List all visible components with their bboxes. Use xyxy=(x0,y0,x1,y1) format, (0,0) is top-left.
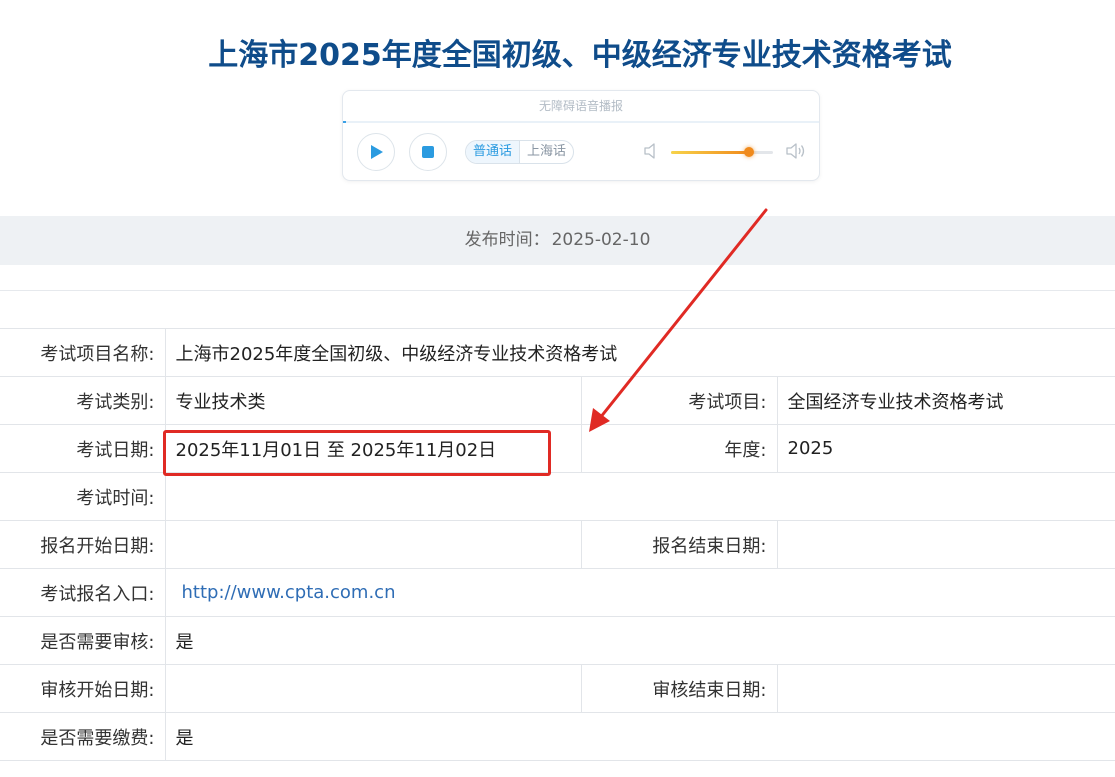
year-value: 2025 xyxy=(776,424,1115,473)
project-name-value: 上海市2025年度全国初级、中级经济专业技术资格考试 xyxy=(164,328,1115,377)
page-title: 上海市2025年度全国初级、中级经济专业技术资格考试 xyxy=(208,38,952,73)
project-name-label: 考试项目名称: xyxy=(0,328,166,377)
stop-button[interactable] xyxy=(409,133,447,171)
publish-date-value: 2025-02-10 xyxy=(551,230,651,250)
exam-date-label: 考试日期: xyxy=(0,424,166,473)
table-row: 审核开始日期: 审核结束日期: xyxy=(0,664,1115,713)
lang-option-shanghainese[interactable]: 上海话 xyxy=(520,141,573,163)
project-label: 考试项目: xyxy=(580,376,778,425)
volume-low-icon xyxy=(644,143,655,159)
review-start-value xyxy=(164,664,582,713)
table-row: 是否需要缴费: 是 xyxy=(0,712,1115,761)
reg-start-value xyxy=(164,520,582,569)
publish-date-bar: 发布时间： 2025-02-10 xyxy=(0,216,1115,265)
reg-end-value xyxy=(776,520,1115,569)
exam-date-value: 2025年11月01日 至 2025年11月02日 xyxy=(164,424,582,473)
language-switch: 普通话 上海话 xyxy=(465,140,575,164)
reg-end-label: 报名结束日期: xyxy=(580,520,778,569)
table-row: 考试日期: 2025年11月01日 至 2025年11月02日 年度: 2025 xyxy=(0,424,1115,473)
table-row: 考试项目名称: 上海市2025年度全国初级、中级经济专业技术资格考试 xyxy=(0,328,1115,377)
reg-start-label: 报名开始日期: xyxy=(0,520,166,569)
category-label: 考试类别: xyxy=(0,376,166,425)
stop-icon xyxy=(422,146,434,158)
table-row: 考试报名入口: http://www.cpta.com.cn xyxy=(0,568,1115,617)
player-caption: 无障碍语音播报 xyxy=(343,91,819,123)
voice-broadcast-player: 无障碍语音播报 普通话 上海话 xyxy=(342,90,820,181)
review-start-label: 审核开始日期: xyxy=(0,664,166,713)
exam-time-label: 考试时间: xyxy=(0,472,166,521)
volume-slider-fill xyxy=(671,151,749,154)
year-label: 年度: xyxy=(580,424,778,473)
table-row: 报名开始日期: 报名结束日期: xyxy=(0,520,1115,569)
volume-slider[interactable] xyxy=(671,147,773,157)
reg-entry-label: 考试报名入口: xyxy=(0,568,166,617)
need-review-value: 是 xyxy=(164,616,1115,665)
table-row: 是否需要审核: 是 xyxy=(0,616,1115,665)
play-icon xyxy=(371,145,383,159)
need-fee-label: 是否需要缴费: xyxy=(0,712,166,761)
volume-slider-handle[interactable] xyxy=(743,147,754,157)
review-end-value xyxy=(776,664,1115,713)
reg-entry-link[interactable]: http://www.cpta.com.cn xyxy=(182,582,396,603)
reg-entry-cell: http://www.cpta.com.cn xyxy=(164,568,1115,617)
divider xyxy=(0,290,1115,291)
table-row: 考试类别: 专业技术类 考试项目: 全国经济专业技术资格考试 xyxy=(0,376,1115,425)
volume-high-icon xyxy=(786,143,805,159)
exam-time-value xyxy=(164,472,1115,521)
review-end-label: 审核结束日期: xyxy=(580,664,778,713)
project-value: 全国经济专业技术资格考试 xyxy=(776,376,1115,425)
play-button[interactable] xyxy=(357,133,395,171)
need-fee-value: 是 xyxy=(164,712,1115,761)
exam-info-table: 考试项目名称: 上海市2025年度全国初级、中级经济专业技术资格考试 考试类别:… xyxy=(0,328,1115,761)
table-row: 考试时间: xyxy=(0,472,1115,521)
category-value: 专业技术类 xyxy=(164,376,582,425)
publish-date-label: 发布时间： xyxy=(464,230,550,250)
need-review-label: 是否需要审核: xyxy=(0,616,166,665)
lang-option-mandarin[interactable]: 普通话 xyxy=(466,141,521,163)
